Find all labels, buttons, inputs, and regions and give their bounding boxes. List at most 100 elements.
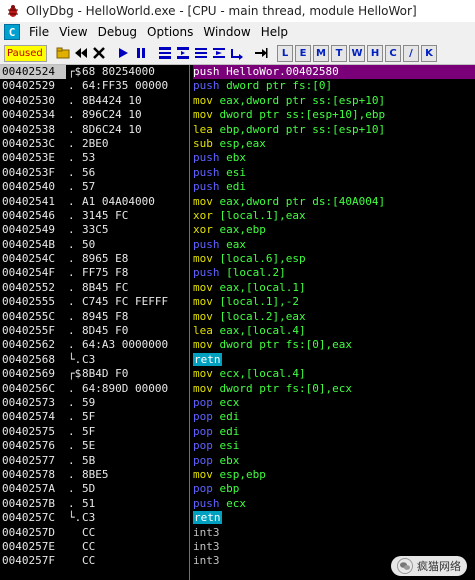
operands: ecx [219,395,240,409]
disassembly-cell: int3 [193,526,475,540]
hex-dump-cell: 68 80254000 [82,65,155,78]
address-cell: 00402577 [2,453,55,467]
goto-icon[interactable] [253,45,269,61]
disasm-row[interactable]: 00402578. 8BE5 mov esp,ebp [0,468,475,482]
disasm-row[interactable]: 00402575. 5F pop edi [0,425,475,439]
modules-window-button[interactable]: E [295,44,311,62]
flow-marker: . [68,165,75,179]
mnemonic: mov [193,381,213,395]
operands: eax,[local.1] [219,280,306,294]
handles-window-button[interactable]: H [367,44,383,62]
disasm-row[interactable]: 00402574. 5F pop edi [0,410,475,424]
disasm-row[interactable]: 00402534. 896C24 10 mov dword ptr ss:[esp+… [0,108,475,122]
hex-dump-cell: 8D6C24 10 [82,122,142,136]
disasm-row[interactable]: 0040257D CC int3 [0,526,475,540]
address-cell: 00402524 [0,65,66,80]
disasm-row[interactable]: 00402577. 5B pop ebx [0,454,475,468]
disasm-row[interactable]: 0040254B. 50 push eax [0,238,475,252]
menu-bar: C File View Debug Options Window Help [0,22,475,42]
menu-file[interactable]: File [29,25,49,39]
disasm-row[interactable]: 00402540. 57 push edi [0,180,475,194]
disasm-row[interactable]: 0040255C. 8945 F8 mov [local.2],eax [0,310,475,324]
disasm-row[interactable]: 00402549. 33C5 xor eax,ebp [0,223,475,237]
flow-marker: ┌$ [68,65,82,78]
windows-window-button[interactable]: W [349,44,365,62]
disasm-row[interactable]: 0040256C. 64:890D 00000 mov dword ptr fs:[… [0,382,475,396]
operands: ebp [219,482,240,496]
hex-dump-cell: 5B [82,453,96,467]
trace-into-icon[interactable] [193,45,209,61]
disasm-row[interactable]: 0040255F. 8D45 F0 lea eax,[local.4] [0,324,475,338]
disassembly-cell: push [local.2] [193,266,475,280]
hex-dump-cell: 56 [82,165,96,179]
flow-marker: . [68,122,75,136]
disasm-row[interactable]: 00402546. 3145 FC xor [local.1],eax [0,209,475,223]
disasm-row[interactable]: 0040253C. 2BE0 sub esp,eax [0,137,475,151]
disasm-row[interactable]: 00402530. 8B4424 10 mov eax,dword ptr ss:[… [0,94,475,108]
disasm-row[interactable]: 0040257E CC int3 [0,540,475,554]
operands: dword ptr fs:[0],ecx [219,381,352,395]
pause-icon[interactable] [133,45,149,61]
disasm-row[interactable]: 0040257A. 5D pop ebp [0,482,475,496]
disassembly-cell: push ecx [193,497,475,511]
execute-till-return-icon[interactable] [229,45,245,61]
close-icon[interactable] [91,45,107,61]
hex-dump-cell: 5D [82,482,96,496]
run-icon[interactable] [115,45,131,61]
disasm-row[interactable]: 00402552. 8B45 FC mov eax,[local.1] [0,281,475,295]
mnemonic: mov [193,295,213,309]
flow-marker: . [68,79,75,93]
address-cell: 00402549 [2,223,55,237]
disasm-row[interactable]: 0040254C. 8965 E8 mov [local.6],esp [0,252,475,266]
step-over-icon[interactable] [175,45,191,61]
disasm-row[interactable]: 0040257C └. C3 retn [0,511,475,525]
flow-marker: . [68,280,75,294]
cpu-window-button[interactable]: C [385,44,401,62]
disassembly-pane[interactable]: 00402524 ┌$ 68 80254000 push HelloWor.00402… [0,65,475,580]
address-cell: 00402569 [2,367,55,381]
threads-window-button[interactable]: T [331,44,347,62]
patches-window-button[interactable]: / [403,44,419,62]
flow-marker: . [68,237,75,251]
disasm-row[interactable]: 00402568 └. C3 retn [0,352,475,367]
trace-over-icon[interactable] [211,45,227,61]
disassembly-cell: mov dword ptr fs:[0],ecx [193,382,475,396]
menu-window[interactable]: Window [203,25,250,39]
disasm-row[interactable]: 0040257B. 51 push ecx [0,497,475,511]
operands: edi [219,410,240,424]
mnemonic: xor [193,208,213,222]
operands: ebx [219,453,240,467]
log-window-button[interactable]: L [277,44,293,62]
hex-dump-cell: 50 [82,237,96,251]
cpu-window-icon[interactable]: C [4,24,20,40]
disasm-row[interactable]: 00402569 ┌$ 8B4D F0 mov ecx,[local.4] [0,367,475,381]
disasm-row[interactable]: 00402555. C745 FC FEFFF mov [local.1],-2 [0,295,475,309]
disasm-row[interactable]: 00402524 ┌$ 68 80254000 push HelloWor.00402… [0,65,475,80]
operands: eax,dword ptr ss:[esp+10] [219,93,386,107]
menu-options[interactable]: Options [147,25,193,39]
disasm-row[interactable]: 00402541. A1 04A04000 mov eax,dword ptr ds… [0,195,475,209]
rewind-icon[interactable] [73,45,89,61]
disassembly-cell: push esi [193,166,475,180]
operands: esp,ebp [219,467,266,481]
flow-marker: . [68,439,75,453]
call-stack-window-button[interactable]: K [421,44,437,62]
disasm-row[interactable]: 00402538. 8D6C24 10 lea ebp,dword ptr ss:[… [0,123,475,137]
disasm-row[interactable]: 00402576. 5E pop esi [0,439,475,453]
disasm-row[interactable]: 00402573. 59 pop ecx [0,396,475,410]
menu-view[interactable]: View [59,25,87,39]
disasm-row[interactable]: 0040254F. FF75 F8 push [local.2] [0,266,475,280]
open-icon[interactable] [55,45,71,61]
watermark: 疯猫网络 [391,556,467,576]
disasm-row[interactable]: 0040253E. 53 push ebx [0,151,475,165]
disasm-row[interactable]: 00402562. 64:A3 0000000 mov dword ptr fs:[… [0,338,475,352]
memory-window-button[interactable]: M [313,44,329,62]
disassembly-cell: pop ebp [193,482,475,496]
disasm-row[interactable]: 0040253F. 56 push esi [0,166,475,180]
step-into-icon[interactable] [157,45,173,61]
menu-debug[interactable]: Debug [98,25,137,39]
disasm-row[interactable]: 00402529. 64:FF35 00000 push dword ptr fs:… [0,79,475,93]
menu-help[interactable]: Help [261,25,288,39]
watermark-text: 疯猫网络 [417,560,461,573]
flow-marker: . [68,136,75,150]
